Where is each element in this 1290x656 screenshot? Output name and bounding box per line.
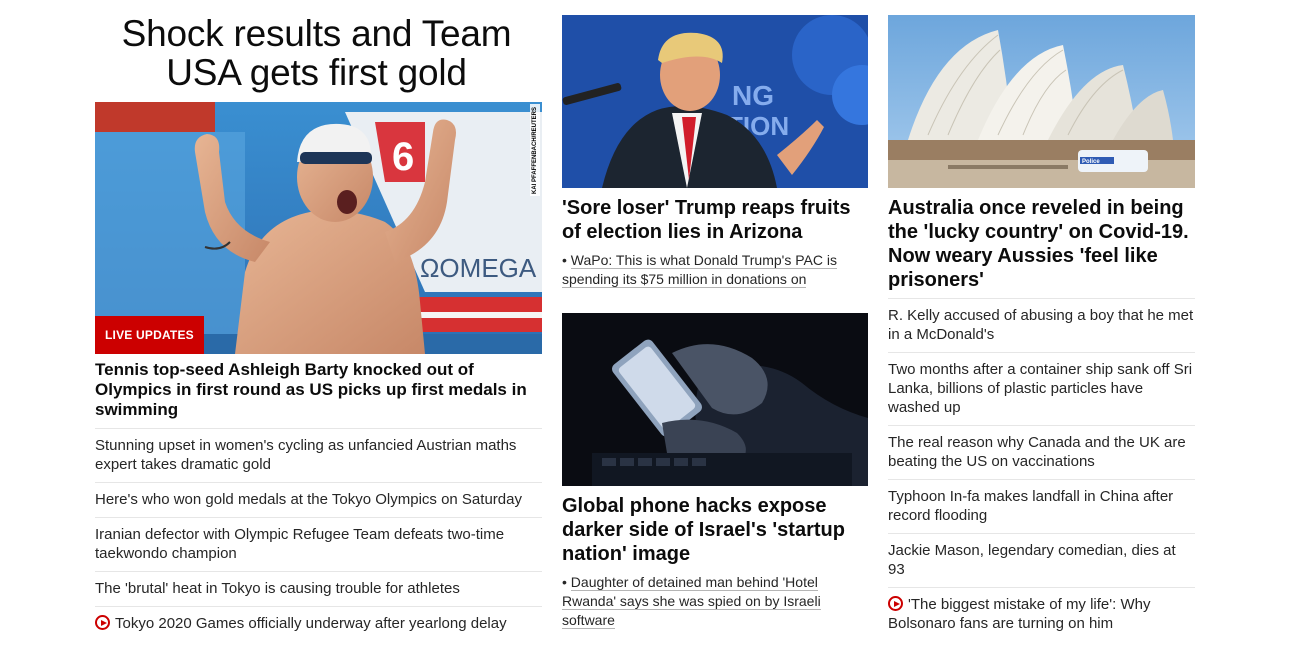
opera-house-image[interactable]: Police xyxy=(888,15,1195,188)
video-headline-link[interactable]: Tokyo 2020 Games officially underway aft… xyxy=(95,607,542,641)
headline-link[interactable]: The real reason why Canada and the UK ar… xyxy=(888,426,1195,480)
phone-hack-headline-link[interactable]: Global phone hacks expose darker side of… xyxy=(562,494,868,566)
video-headline-link[interactable]: 'The biggest mistake of my life': Why Bo… xyxy=(888,588,1195,641)
headline-link[interactable]: The 'brutal' heat in Tokyo is causing tr… xyxy=(95,572,542,607)
phone-hack-image[interactable] xyxy=(562,313,868,486)
politics-column: NG TION 'Sore loser' Trump reaps fruits … xyxy=(562,0,868,630)
section-title[interactable]: Shock results and Team USA gets first go… xyxy=(95,14,542,92)
headline-link[interactable]: Here's who won gold medals at the Tokyo … xyxy=(95,483,542,518)
video-headline-text: 'The biggest mistake of my life': Why Bo… xyxy=(888,596,1151,632)
australia-headline-link[interactable]: Australia once reveled in being the 'luc… xyxy=(888,196,1195,299)
world-column: Police Australia once reveled in being t… xyxy=(888,0,1195,641)
svg-text:6: 6 xyxy=(392,135,414,179)
svg-text:ΩOMEGA: ΩOMEGA xyxy=(420,253,537,283)
play-circle-icon xyxy=(888,596,903,611)
headline-link[interactable]: Two months after a container ship sank o… xyxy=(888,353,1195,426)
svg-text:Police: Police xyxy=(1082,159,1100,165)
opera-house-photo: Police xyxy=(888,15,1195,188)
trump-photo: NG TION xyxy=(562,15,868,188)
phone-hack-sub-link[interactable]: • Daughter of detained man behind 'Hotel… xyxy=(562,573,868,630)
headline-link[interactable]: Jackie Mason, legendary comedian, dies a… xyxy=(888,534,1195,588)
headline-link[interactable]: R. Kelly accused of abusing a boy that h… xyxy=(888,299,1195,353)
trump-headline-link[interactable]: 'Sore loser' Trump reaps fruits of elect… xyxy=(562,196,868,244)
trump-image[interactable]: NG TION xyxy=(562,15,868,188)
sub-link-text: WaPo: This is what Donald Trump's PAC is… xyxy=(562,252,837,288)
olympics-column: Shock results and Team USA gets first go… xyxy=(95,0,542,641)
play-circle-icon xyxy=(95,615,110,630)
headline-link[interactable]: Stunning upset in women's cycling as unf… xyxy=(95,429,542,483)
headline-link[interactable]: Typhoon In-fa makes landfall in China af… xyxy=(888,480,1195,534)
image-credit: KAI PFAFFENBACH/REUTERS xyxy=(530,104,540,196)
lead-headline-link[interactable]: Tennis top-seed Ashleigh Barty knocked o… xyxy=(95,360,542,429)
headline-link[interactable]: Iranian defector with Olympic Refugee Te… xyxy=(95,518,542,572)
phone-photo xyxy=(562,313,868,486)
svg-text:NG: NG xyxy=(732,80,774,111)
trump-sub-link[interactable]: • WaPo: This is what Donald Trump's PAC … xyxy=(562,251,868,289)
sub-link-text: Daughter of detained man behind 'Hotel R… xyxy=(562,574,821,629)
swimmer-hero-image[interactable]: 6 ΩOMEGA KAI PFAFFENBACH/REUTERS LIVE UP… xyxy=(95,102,542,354)
video-headline-text: Tokyo 2020 Games officially underway aft… xyxy=(115,615,507,632)
live-updates-badge[interactable]: LIVE UPDATES xyxy=(95,316,204,354)
